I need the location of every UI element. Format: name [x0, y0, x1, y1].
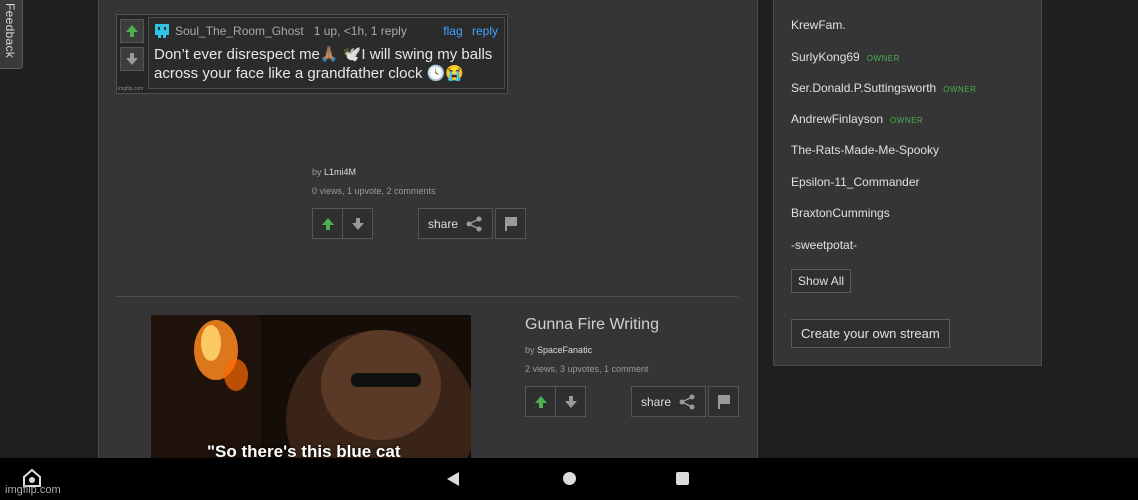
post-divider — [116, 296, 738, 297]
post-title[interactable]: Gunna Fire Writing — [525, 316, 659, 334]
imgflip-watermark: imgflip.com — [5, 484, 61, 496]
post-stats: 2 views, 3 upvotes, 1 comment — [525, 364, 649, 374]
share-button[interactable]: share — [631, 386, 707, 417]
flag-icon — [504, 216, 517, 231]
upvote-arrow-icon — [321, 217, 334, 230]
stream-members-sidebar: KrewFam. SurlyKong69 OWNER Ser.Donald.P.S… — [773, 0, 1042, 366]
comment-text: Don’t ever disrespect me🙏🏽 🕊️I will swin… — [154, 45, 496, 83]
flag-button[interactable] — [495, 208, 526, 239]
share-label: share — [428, 216, 459, 231]
share-icon — [679, 394, 695, 409]
comment-header: Soul_The_Room_Ghost 1 up, <1h, 1 reply — [153, 22, 407, 40]
post-stats: 0 views, 1 upvote, 2 comments — [312, 186, 436, 196]
comment-flag-link: flag — [443, 24, 463, 38]
upvote-button[interactable] — [313, 209, 342, 238]
comment-actions: flag reply — [437, 24, 498, 38]
owner-badge: OWNER — [943, 85, 977, 94]
comment-meta: 1 up, <1h, 1 reply — [313, 24, 407, 38]
recent-apps-icon[interactable] — [676, 472, 689, 485]
member-item[interactable]: BraxtonCummings — [791, 206, 890, 220]
share-icon — [466, 216, 482, 231]
feedback-label: Feedback — [3, 3, 17, 59]
comment-text-line: Don’t ever disrespect me🙏🏽 🕊️I will swin… — [154, 46, 493, 63]
downvote-button[interactable] — [342, 209, 372, 238]
comment-reply-link: reply — [471, 24, 498, 38]
share-button[interactable]: share — [418, 208, 494, 239]
member-name: BraxtonCummings — [791, 206, 890, 220]
create-stream-button[interactable]: Create your own stream — [791, 319, 950, 348]
android-nav-bar: imgflip.com — [0, 458, 1138, 500]
flag-button[interactable] — [708, 386, 739, 417]
flag-icon — [717, 394, 730, 409]
downvote-arrow-icon — [351, 217, 364, 230]
feedback-tab[interactable]: Feedback — [0, 0, 23, 69]
comment-box: Soul_The_Room_Ghost 1 up, <1h, 1 reply f… — [148, 17, 505, 89]
fire-scene-graphic — [151, 315, 471, 458]
comment-text-line: across your face like a grandfather cloc… — [154, 65, 464, 82]
owner-badge: OWNER — [866, 54, 900, 63]
post-author-link[interactable]: SpaceFanatic — [537, 345, 592, 355]
post-vote-group — [525, 386, 586, 417]
share-label: share — [641, 394, 672, 409]
member-item[interactable]: KrewFam. — [791, 18, 846, 32]
post-author-link[interactable]: L1mi4M — [324, 167, 356, 177]
member-item[interactable]: The-Rats-Made-Me-Spooky — [791, 143, 939, 157]
comment-screenshot-image: Soul_The_Room_Ghost 1 up, <1h, 1 reply f… — [116, 14, 508, 94]
owner-badge: OWNER — [890, 116, 924, 125]
member-item[interactable]: Epsilon-11_Commander — [791, 175, 920, 189]
member-name: KrewFam. — [791, 18, 846, 32]
post-vote-group — [312, 208, 373, 239]
home-icon[interactable] — [563, 472, 576, 485]
downvote-button[interactable] — [555, 387, 585, 416]
image-watermark: imgflip.com — [118, 86, 144, 92]
show-all-button[interactable]: Show All — [791, 269, 852, 293]
comment-upvote-icon — [120, 19, 144, 43]
ghost-avatar-icon — [155, 24, 169, 38]
by-prefix: by — [312, 167, 322, 177]
image-caption: "So there's this blue cat — [207, 442, 401, 458]
member-item[interactable]: AndrewFinlayson OWNER — [791, 112, 923, 126]
member-item[interactable]: Ser.Donald.P.Suttingsworth OWNER — [791, 81, 976, 95]
member-name: SurlyKong69 — [791, 50, 860, 64]
post-image[interactable]: "So there's this blue cat — [151, 315, 471, 458]
downvote-arrow-icon — [564, 395, 577, 408]
post-author-line: by SpaceFanatic — [525, 345, 592, 355]
member-name: Ser.Donald.P.Suttingsworth — [791, 81, 937, 95]
member-name: Epsilon-11_Commander — [791, 175, 920, 189]
back-icon[interactable] — [447, 472, 460, 486]
member-name: AndrewFinlayson — [791, 112, 884, 126]
post-author-line: by L1mi4M — [312, 167, 356, 177]
comment-vote-controls — [120, 19, 144, 75]
by-prefix: by — [525, 345, 535, 355]
member-name: The-Rats-Made-Me-Spooky — [791, 143, 940, 157]
member-item[interactable]: -sweetpotat- — [791, 238, 857, 252]
member-name: -sweetpotat- — [791, 238, 858, 252]
comment-username: Soul_The_Room_Ghost — [175, 24, 304, 38]
upvote-button[interactable] — [526, 387, 555, 416]
upvote-arrow-icon — [534, 395, 547, 408]
member-item[interactable]: SurlyKong69 OWNER — [791, 50, 900, 64]
comment-downvote-icon — [120, 47, 144, 71]
